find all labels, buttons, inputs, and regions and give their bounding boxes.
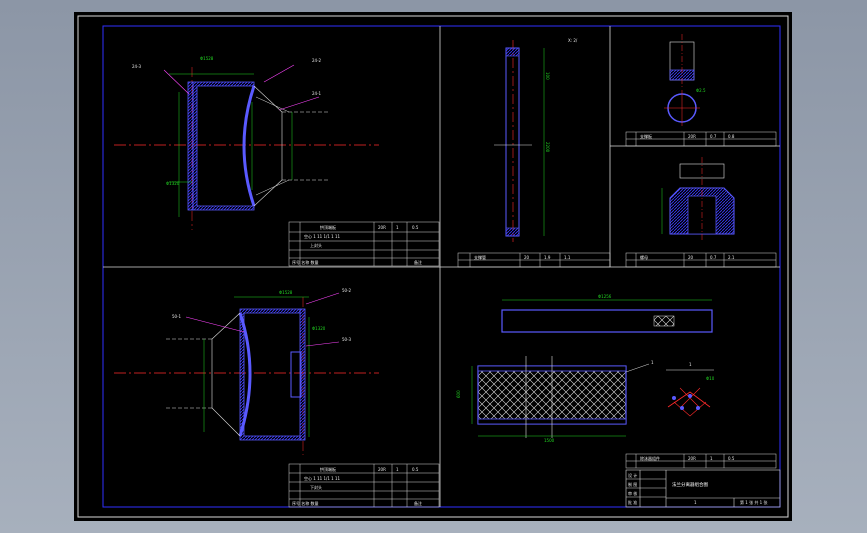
label-part-1: 1 <box>651 360 654 365</box>
br-r1: 除沫器组件 <box>640 455 660 461</box>
ml-c4: 备注 <box>414 500 422 506</box>
label-24-3: 24-3 <box>132 64 142 69</box>
detail-nut <box>661 157 735 242</box>
ml-c1: 20R <box>378 467 386 472</box>
tl-c4: 备注 <box>414 259 422 265</box>
detail-label-1: 1 <box>689 362 692 367</box>
dim-top-left: Φ1528 <box>200 56 214 61</box>
tr2-c1: 20 <box>688 255 694 260</box>
dim-detail: Φ2.5 <box>696 88 706 93</box>
cad-drawing: Φ1528 Φ1320 24-3 24-2 24-1 拱顶端板 空心 1 11 … <box>77 15 789 518</box>
dim-long-top: Φ1256 <box>598 294 612 299</box>
title-c4: 批 准 <box>628 499 637 505</box>
tl-r2: 空心 1 11 1/1 1 11 <box>304 233 341 239</box>
tl-c2: 1 <box>396 225 399 230</box>
version: 1 <box>694 500 697 505</box>
tr1-r1: 支撑板 <box>640 133 652 139</box>
ml-c2: 1 <box>396 467 399 472</box>
ml-r2: 空心 1 11 1/1 1 11 <box>304 475 341 481</box>
drawing-sheet: Φ1528 Φ1320 24-3 24-2 24-1 拱顶端板 空心 1 11 … <box>74 12 792 521</box>
tr2-r1: 螺母 <box>640 254 648 260</box>
ml-c3: 0.5 <box>412 467 419 472</box>
detail-support-plate: Φ2.5 <box>664 34 706 126</box>
tr2-c3: 2.1 <box>728 255 735 260</box>
dim-mid-lower: Φ1320 <box>312 326 326 331</box>
mid-r1: 支撑管 <box>474 254 486 260</box>
table-tr2 <box>625 252 777 268</box>
dim-vert-top: 100 <box>545 72 550 80</box>
tl-c1: 20R <box>378 225 386 230</box>
dim-height-mesh: 600 <box>456 390 461 398</box>
mid-c1: 20 <box>524 255 530 260</box>
title-c1: 设 计 <box>628 472 637 478</box>
label-50-3: 50-3 <box>342 337 352 342</box>
tl-r4: 序号 名称 数量 <box>292 259 319 265</box>
br-c3: 0.5 <box>728 456 735 461</box>
tl-r3: 上封头 <box>310 242 322 248</box>
title-c2: 制 图 <box>628 481 637 487</box>
tr2-c2: 0.7 <box>710 255 717 260</box>
sheet-number: 第 1 张 共 1 张 <box>740 499 767 505</box>
mid-c3: 1.1 <box>564 255 571 260</box>
dim-angle: Φ10 <box>706 376 715 381</box>
label-24-2: 24-2 <box>312 58 322 63</box>
dim-vert-mid: 2200 <box>545 142 550 153</box>
title-c3: 审 核 <box>628 490 637 496</box>
outer-frame <box>77 15 789 518</box>
label-50-1: 50-1 <box>172 314 182 319</box>
br-c1: 20R <box>688 456 696 461</box>
mesh-detail: Φ10 1 <box>666 362 715 417</box>
tr1-c1: 20R <box>688 134 696 139</box>
tr1-c2: 0.7 <box>710 134 717 139</box>
tl-r1: 拱顶端板 <box>320 224 336 230</box>
tr1-c3: 0.8 <box>728 134 735 139</box>
support-pipe-view: 2200 100 X: 2/ <box>494 38 578 242</box>
dim-long-bot: 1500 <box>544 438 555 443</box>
ml-r3: 下封头 <box>310 484 322 490</box>
top-left-view: Φ1528 Φ1320 24-3 24-2 24-1 <box>114 56 379 230</box>
mid-c2: 1.9 <box>544 255 551 260</box>
bottom-left-view: Φ1528 Φ1320 50-1 50-2 50-3 <box>114 288 379 455</box>
label-50-2: 50-2 <box>342 288 352 293</box>
ml-r1: 拱顶端板 <box>320 466 336 472</box>
br-c2: 1 <box>710 456 713 461</box>
dim-bot-left: Φ1320 <box>166 181 180 186</box>
tl-c3: 0.5 <box>412 225 419 230</box>
scale-note: X: 2/ <box>568 38 578 43</box>
demister-top-view: Φ1256 <box>501 294 713 333</box>
dim-top-lower: Φ1528 <box>279 290 293 295</box>
drawing-name: 法兰分离器组合图 <box>672 481 708 488</box>
inner-frame <box>102 25 781 508</box>
ml-r4: 序号 名称 数量 <box>292 500 319 506</box>
demister-front-view: 1500 600 1 <box>456 356 654 443</box>
label-24-1: 24-1 <box>312 91 322 96</box>
